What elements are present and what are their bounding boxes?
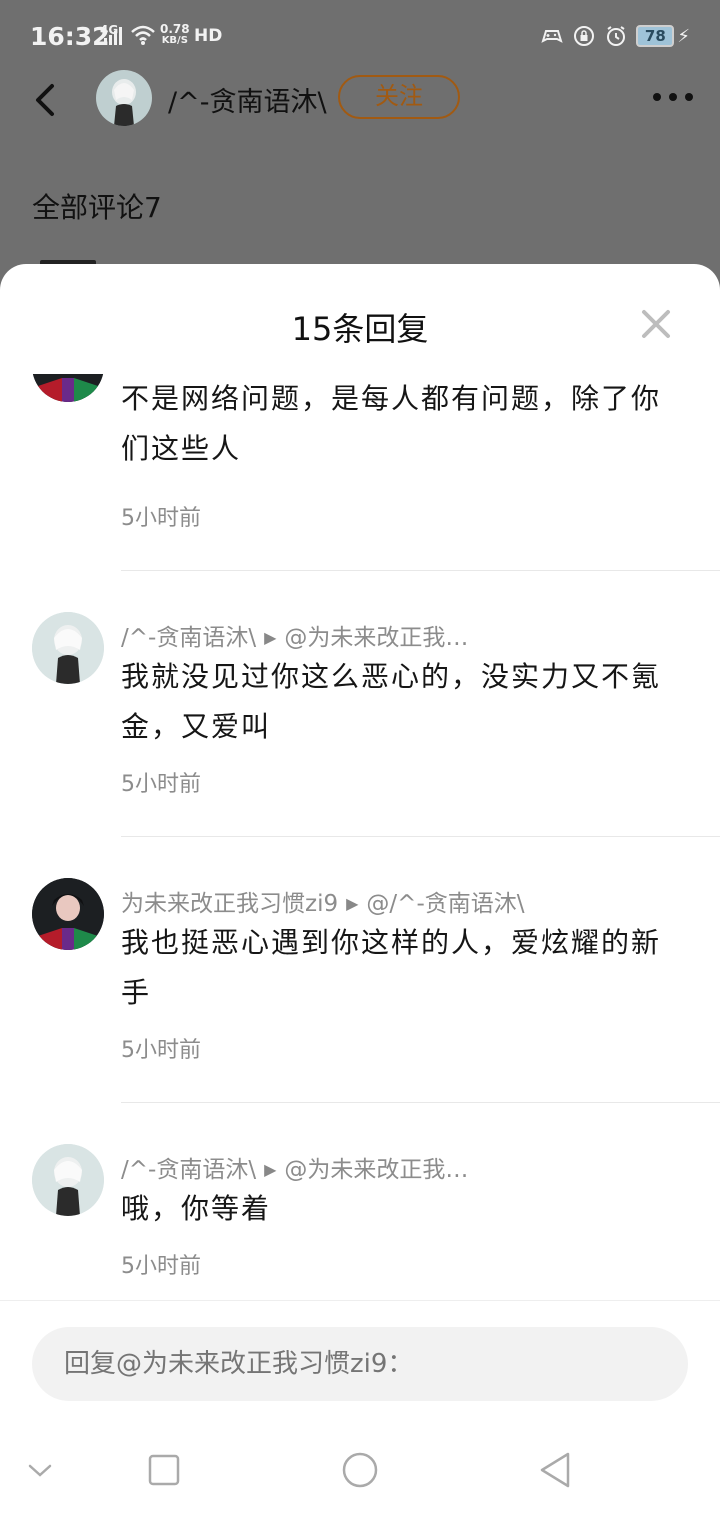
reply-target[interactable]: @/^-贪南语沐\ bbox=[366, 891, 524, 917]
status-icons-right: 78 ⚡ bbox=[540, 24, 690, 48]
reply-author[interactable]: /^-贪南语沐\ bbox=[121, 1157, 256, 1183]
reply-time: 5小时前 bbox=[121, 506, 201, 531]
battery-indicator: 78 ⚡ bbox=[636, 25, 690, 47]
reply-author[interactable]: /^-贪南语沐\ bbox=[121, 625, 256, 651]
hd-indicator: HD bbox=[194, 26, 223, 46]
reply-to-arrow-icon: ▶ bbox=[346, 894, 359, 913]
reply-input-bar bbox=[0, 1300, 720, 1401]
sheet-title: 15条回复 bbox=[291, 310, 429, 348]
reply-text: 我就没见过你这么恶心的，没实力又不氪金，又爱叫 bbox=[121, 660, 662, 743]
more-options-icon[interactable] bbox=[652, 92, 694, 102]
replies-list: 不是网络问题，是每人都有问题，除了你们这些人 5小时前 /^-贪南语沐\ ▶ @为未… bbox=[0, 374, 720, 1300]
reply-meta: 为未来改正我习惯zi9 ▶ @/^-贪南语沐\ bbox=[121, 884, 525, 918]
chevron-down-icon[interactable] bbox=[18, 1448, 62, 1492]
replies-sheet: 15条回复 不是网络问题，是每人都有问题，除了你们这些人 5小时前 /^-贪南语… bbox=[0, 264, 720, 1520]
charging-icon: ⚡ bbox=[677, 25, 690, 47]
reply-target[interactable]: @为未来改正我… bbox=[284, 1157, 468, 1183]
nav-username[interactable]: /^-贪南语沐\ bbox=[168, 80, 327, 119]
reply-time: 5小时前 bbox=[121, 1038, 201, 1063]
avatar[interactable] bbox=[32, 374, 104, 402]
avatar-illustration-icon bbox=[32, 1144, 104, 1216]
divider bbox=[121, 570, 720, 571]
home-circle-icon[interactable] bbox=[338, 1448, 382, 1492]
user-avatar[interactable] bbox=[96, 70, 152, 126]
avatar[interactable] bbox=[32, 612, 104, 684]
reply-author[interactable]: 为未来改正我习惯zi9 bbox=[121, 891, 338, 917]
recents-square-icon[interactable] bbox=[142, 1448, 186, 1492]
avatar[interactable] bbox=[32, 878, 104, 950]
avatar-illustration-icon bbox=[32, 612, 104, 684]
reply-time: 5小时前 bbox=[121, 1254, 201, 1279]
reply-text: 哦，你等着 bbox=[121, 1192, 272, 1225]
speed-value: 0.78 bbox=[160, 22, 190, 36]
system-nav-bar bbox=[0, 1430, 720, 1520]
status-bar: 16:32 4G 0.78 KB/S HD 78 ⚡ bbox=[0, 0, 720, 72]
reply-text: 我也挺恶心遇到你这样的人，爱炫耀的新手 bbox=[121, 926, 662, 1009]
divider bbox=[121, 836, 720, 837]
battery-level: 78 bbox=[636, 25, 675, 47]
avatar-illustration-icon bbox=[32, 878, 104, 950]
follow-button[interactable]: 关注 bbox=[338, 75, 460, 119]
signal-icon bbox=[104, 27, 122, 45]
reply-meta: /^-贪南语沐\ ▶ @为未来改正我… bbox=[121, 1150, 468, 1184]
avatar[interactable] bbox=[32, 1144, 104, 1216]
alarm-icon bbox=[607, 26, 626, 46]
network-speed: 0.78 KB/S bbox=[160, 23, 190, 47]
top-nav-bar: /^-贪南语沐\ 关注 bbox=[0, 66, 720, 130]
close-icon[interactable] bbox=[640, 308, 672, 340]
reply-target[interactable]: @为未来改正我… bbox=[284, 625, 468, 651]
reply-meta: /^-贪南语沐\ ▶ @为未来改正我… bbox=[121, 618, 468, 652]
wifi-icon bbox=[131, 25, 155, 45]
status-time: 16:32 bbox=[30, 22, 110, 51]
avatar-illustration-icon bbox=[32, 374, 104, 402]
avatar-illustration-icon bbox=[112, 79, 136, 126]
lock-rotation-icon bbox=[574, 26, 595, 46]
divider bbox=[121, 1102, 720, 1103]
reply-input[interactable] bbox=[32, 1327, 688, 1401]
back-arrow-icon[interactable] bbox=[30, 82, 62, 118]
reply-to-arrow-icon: ▶ bbox=[264, 1160, 277, 1179]
all-comments-heading: 全部评论7 bbox=[32, 191, 162, 224]
reply-to-arrow-icon: ▶ bbox=[264, 628, 277, 647]
gamepad-icon bbox=[541, 30, 563, 43]
reply-text: 不是网络问题，是每人都有问题，除了你们这些人 bbox=[121, 382, 662, 465]
back-triangle-icon[interactable] bbox=[534, 1448, 578, 1492]
background-page: 16:32 4G 0.78 KB/S HD 78 ⚡ /^-贪南语沐\ 关注 全… bbox=[0, 0, 720, 300]
speed-unit: KB/S bbox=[161, 35, 188, 46]
reply-time: 5小时前 bbox=[121, 772, 201, 797]
